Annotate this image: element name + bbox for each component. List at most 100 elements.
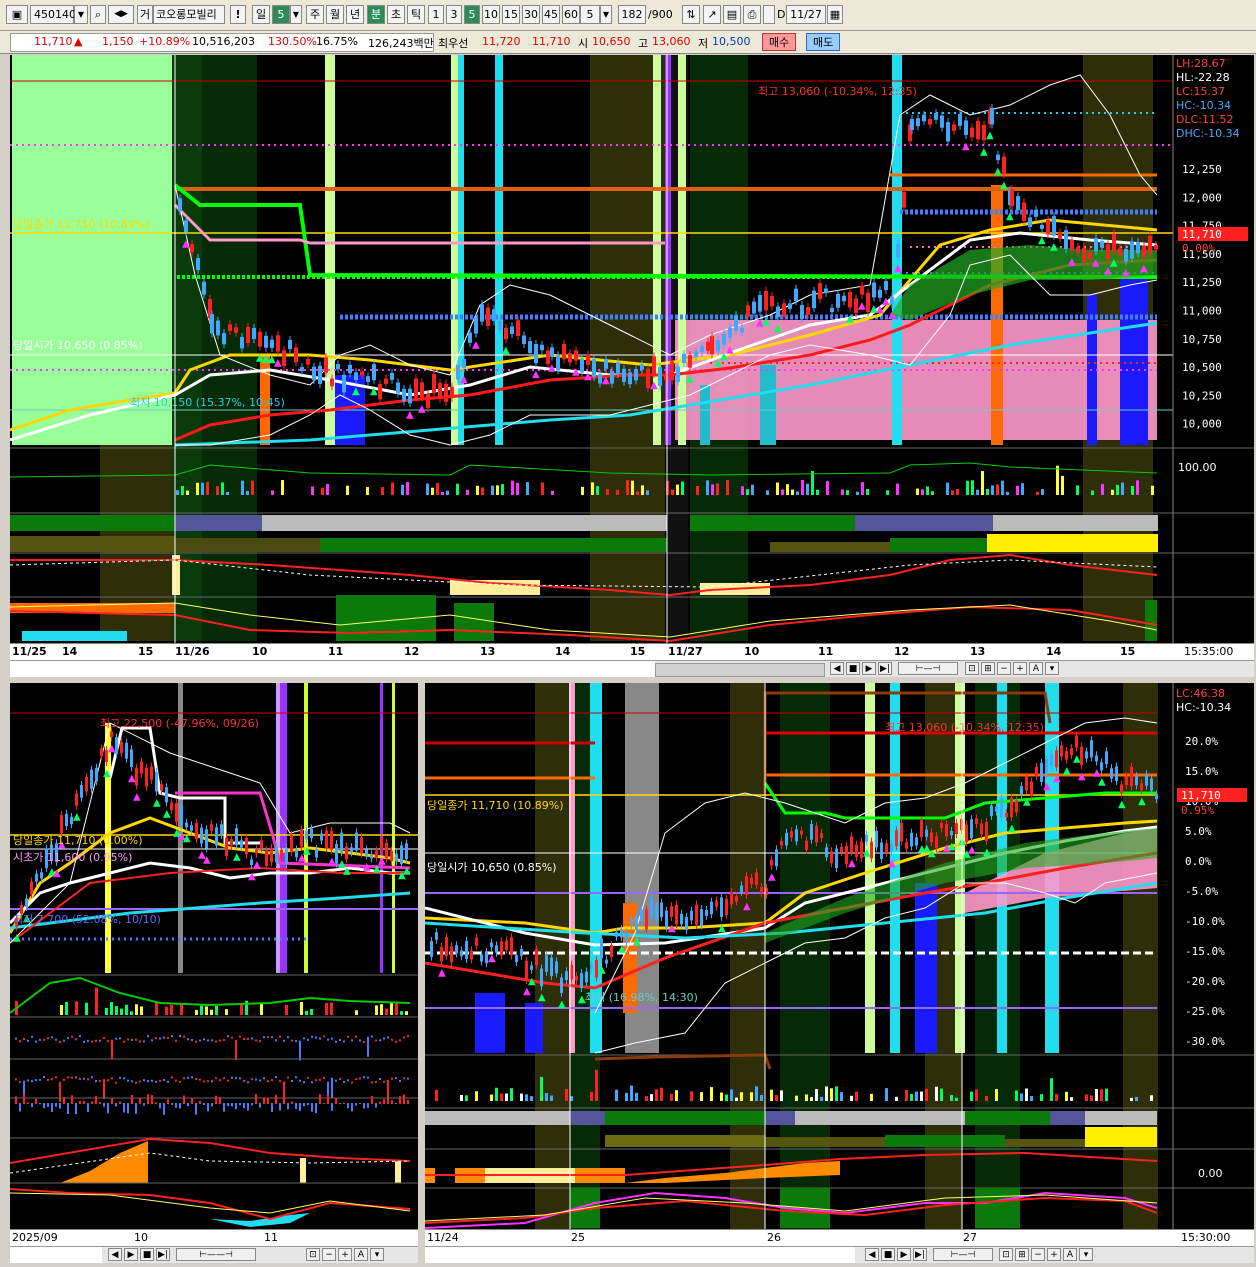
interval-30[interactable]: 30 [522,5,540,24]
date-input[interactable]: 11/27 [786,5,826,24]
scroll-left-icon[interactable]: ◀ [865,1248,879,1261]
candle-body [426,393,430,408]
candle-body [1100,241,1104,248]
fast-forward-icon[interactable]: ▶| [878,662,892,675]
period-dropdown-icon[interactable]: ▼ [290,5,302,24]
dropdown-icon[interactable]: ▾ [1079,1248,1093,1261]
fast-forward-icon[interactable]: ▶| [156,1248,170,1261]
top-scrollbar[interactable]: ◀ ■ ▶ ▶| ⊢—⊣ ⊡ ⊞ − + A ▾ [10,660,1254,677]
signal-bar [760,365,776,445]
period-second[interactable]: 초 [387,5,405,24]
period-minute[interactable]: 분 [367,5,385,24]
interval-1[interactable]: 1 [428,5,444,24]
bar-count-input[interactable]: 182 [618,5,646,24]
histogram-bar [131,1094,133,1104]
daily-chart-bottom-left[interactable]: ▲ ▲ ▲ ▲ ▲ ▲ ▲ ▲ ▲ ▲ ▲ ▲ ▲ ▲ ▲ ▲ ▲ ▲ ▲ ▲ ▲ ▲ ▲ ▲ ▲ ▲ ▲ ▲ ▲ ▲ 최고 22,500… [10,683,418,1229]
daily-chart-canvas[interactable]: ▲▲▲▲▲▲▲▲▲▲▲▲▲▲▲▲▲ ▲▲▲▲▲▲ ▲▲ ▲ ▲▲▲▲ 최고 22,500… [10,683,418,1229]
plus-icon[interactable]: + [338,1248,352,1261]
save-icon[interactable]: ▤ [723,5,741,24]
interval-3[interactable]: 3 [446,5,462,24]
print-icon[interactable]: ⎙ [743,5,761,24]
minus-icon[interactable]: − [1031,1248,1045,1261]
scroll-left-icon[interactable]: ◀ [108,1248,122,1261]
histogram-bar [139,1098,141,1104]
search-icon[interactable]: ⌕ [90,5,106,24]
interval-45[interactable]: 45 [542,5,560,24]
settings-icon[interactable]: ⊡ [306,1248,320,1261]
candle-body [414,378,418,398]
chart-icon[interactable]: ⊞ [1015,1248,1029,1261]
stock-code-input[interactable]: 450140 [30,5,76,24]
candle-body [676,366,680,382]
zoom-slider[interactable]: ⊢—⊣ [933,1248,993,1261]
multiday-chart-canvas[interactable]: ▲▲▲▲▲▲▲▲▲▲▲▲▲▲▲▲▲▲▲▲▲▲▲▲▲▲▲▲▲▲▲▲▲▲▲▲▲ 20… [425,683,1254,1229]
interval-15[interactable]: 15 [502,5,520,24]
indicator-dot [131,1038,133,1041]
dropdown-icon[interactable]: ▾ [1045,662,1059,675]
top-chart-canvas[interactable]: 12,25012,00011,75011,50011,25011,00010,7… [10,55,1254,643]
font-icon[interactable]: A [1029,662,1043,675]
interval-5[interactable]: 5 [464,5,480,24]
interval-10[interactable]: 10 [482,5,500,24]
histogram-bar [35,1098,37,1104]
indicator-dot [159,1079,161,1082]
code-dropdown-icon[interactable]: ▼ [74,5,88,24]
font-icon[interactable]: A [354,1248,368,1261]
plus-icon[interactable]: + [1013,662,1027,675]
candle-body [975,818,978,825]
histogram-bar [83,1100,85,1104]
minus-icon[interactable]: − [322,1248,336,1261]
indicator-dot [51,1036,53,1039]
date-checkbox[interactable] [763,5,775,24]
calendar-icon[interactable]: ▦ [827,5,843,24]
stop-icon[interactable]: ■ [881,1248,895,1261]
font-icon[interactable]: A [1063,1248,1077,1261]
multiday-chart-bottom-right[interactable]: ▲▲▲▲▲▲▲▲▲▲▲▲▲▲▲▲▲▲▲▲▲▲▲▲▲▲▲▲▲▲▲▲▲▲▲▲▲ 20… [425,683,1254,1229]
interval-60[interactable]: 60 [562,5,580,24]
chart-icon[interactable]: ⊞ [981,662,995,675]
zoom-slider[interactable]: ⊢—⊣ [898,662,958,675]
scroll-right-icon[interactable]: ▶ [862,662,876,675]
dropdown-icon[interactable]: ▾ [370,1248,384,1261]
scroll-thumb[interactable] [655,663,825,677]
settings-icon[interactable]: ⊡ [965,662,979,675]
plus-icon[interactable]: + [1047,1248,1061,1261]
draw-tool-icon[interactable]: ↗ [703,5,721,24]
period-value-input[interactable]: 5 [580,5,600,24]
sell-button[interactable]: 매도 [806,33,841,51]
fast-forward-icon[interactable]: ▶| [913,1248,927,1261]
window-menu-icon[interactable]: ▣ [6,5,28,24]
candle-body [300,829,303,847]
buy-button[interactable]: 매수 [762,33,797,51]
period-week[interactable]: 주 [306,5,324,24]
stop-icon[interactable]: ■ [846,662,860,675]
scroll-left-icon[interactable]: ◀ [830,662,844,675]
stats-block: LC:46.38HC:-10.34 [1176,687,1231,714]
minus-icon[interactable]: − [997,662,1011,675]
chart-type-icon[interactable]: ⇅ [682,5,700,24]
period-value-dropdown-icon[interactable]: ▼ [600,5,612,24]
period-day-count[interactable]: 5 [272,5,290,24]
histogram-bar [151,1095,153,1104]
settings-icon[interactable]: ⊡ [999,1248,1013,1261]
period-tick[interactable]: 틱 [407,5,425,24]
period-month[interactable]: 월 [326,5,344,24]
prev-next-icon[interactable]: ◀▶ [108,5,134,24]
scroll-right-icon[interactable]: ▶ [897,1248,911,1261]
signal-marker: ▲ [1092,257,1100,268]
multiday-scrollbar[interactable]: ◀ ■ ▶ ▶| ⊢—⊣ ⊡ ⊞ − + A ▾ [425,1246,1254,1263]
signal-marker: ▲ [968,844,976,855]
scroll-right-icon[interactable]: ▶ [124,1248,138,1261]
candle-body [710,336,714,355]
stop-icon[interactable]: ■ [140,1248,154,1261]
zoom-slider[interactable]: ⊢——⊣ [176,1248,256,1261]
signal-marker: ▲ [378,856,386,867]
daily-scrollbar[interactable]: ◀ ▶ ■ ▶| ⊢——⊣ ⊡ − + A ▾ [10,1246,418,1263]
period-day[interactable]: 일 [252,5,270,24]
intraday-chart-top[interactable]: 12,250 12,000 11,750 11,500 11,250 11,000 10,7… [10,55,1254,643]
volume-bar [641,485,644,495]
volume-bar [140,1006,143,1015]
time-tick: 13 [480,645,496,658]
alert-button[interactable]: ! [230,5,246,24]
period-year[interactable]: 년 [346,5,364,24]
